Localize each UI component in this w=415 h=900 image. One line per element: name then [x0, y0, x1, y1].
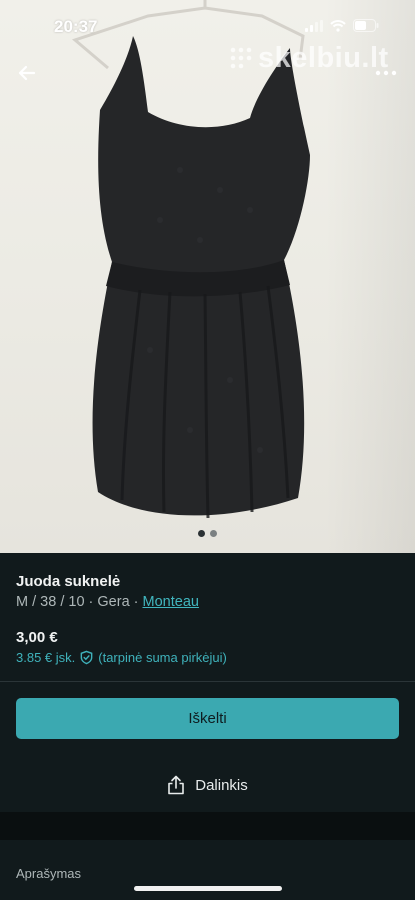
- divider: [0, 681, 415, 682]
- listing-photo[interactable]: [0, 0, 415, 553]
- arrow-left-icon: [18, 65, 36, 81]
- signal-icon: [305, 19, 323, 32]
- wifi-icon: [330, 19, 346, 32]
- pager-dot-active[interactable]: [198, 530, 205, 537]
- listing-title: Juoda suknelė: [16, 573, 121, 590]
- more-dots-icon: [375, 70, 397, 76]
- more-options-button[interactable]: [371, 58, 401, 88]
- price-with-protection[interactable]: 3.85 € jsk. (tarpinė suma pirkėjui): [16, 650, 227, 665]
- price-incl-note: (tarpinė suma pirkėjui): [98, 650, 227, 665]
- description-header: Aprašymas: [16, 866, 82, 881]
- battery-icon: [353, 19, 379, 32]
- shield-check-icon: [80, 650, 93, 665]
- brand-link[interactable]: Monteau: [143, 594, 199, 610]
- watermark-logo-icon: [230, 47, 252, 69]
- home-indicator: [134, 886, 282, 891]
- share-icon: [168, 775, 185, 795]
- bump-button[interactable]: Iškelti: [16, 698, 399, 739]
- status-icons: [305, 19, 379, 32]
- back-button[interactable]: [12, 58, 42, 88]
- gallery-pager: [0, 530, 415, 537]
- section-separator: [0, 812, 415, 840]
- price-incl-value: 3.85 € jsk.: [16, 650, 76, 665]
- watermark-text: skelbiu.lt: [258, 42, 389, 74]
- share-button[interactable]: Dalinkis: [0, 770, 415, 800]
- pager-dot[interactable]: [210, 530, 217, 537]
- size-condition: M / 38 / 10 · Gera ·: [16, 594, 143, 610]
- listing-price: 3,00 €: [16, 629, 58, 646]
- listing-meta: M / 38 / 10 · Gera · Monteau: [16, 594, 199, 610]
- status-time: 20:37: [54, 17, 98, 36]
- share-label: Dalinkis: [195, 776, 248, 794]
